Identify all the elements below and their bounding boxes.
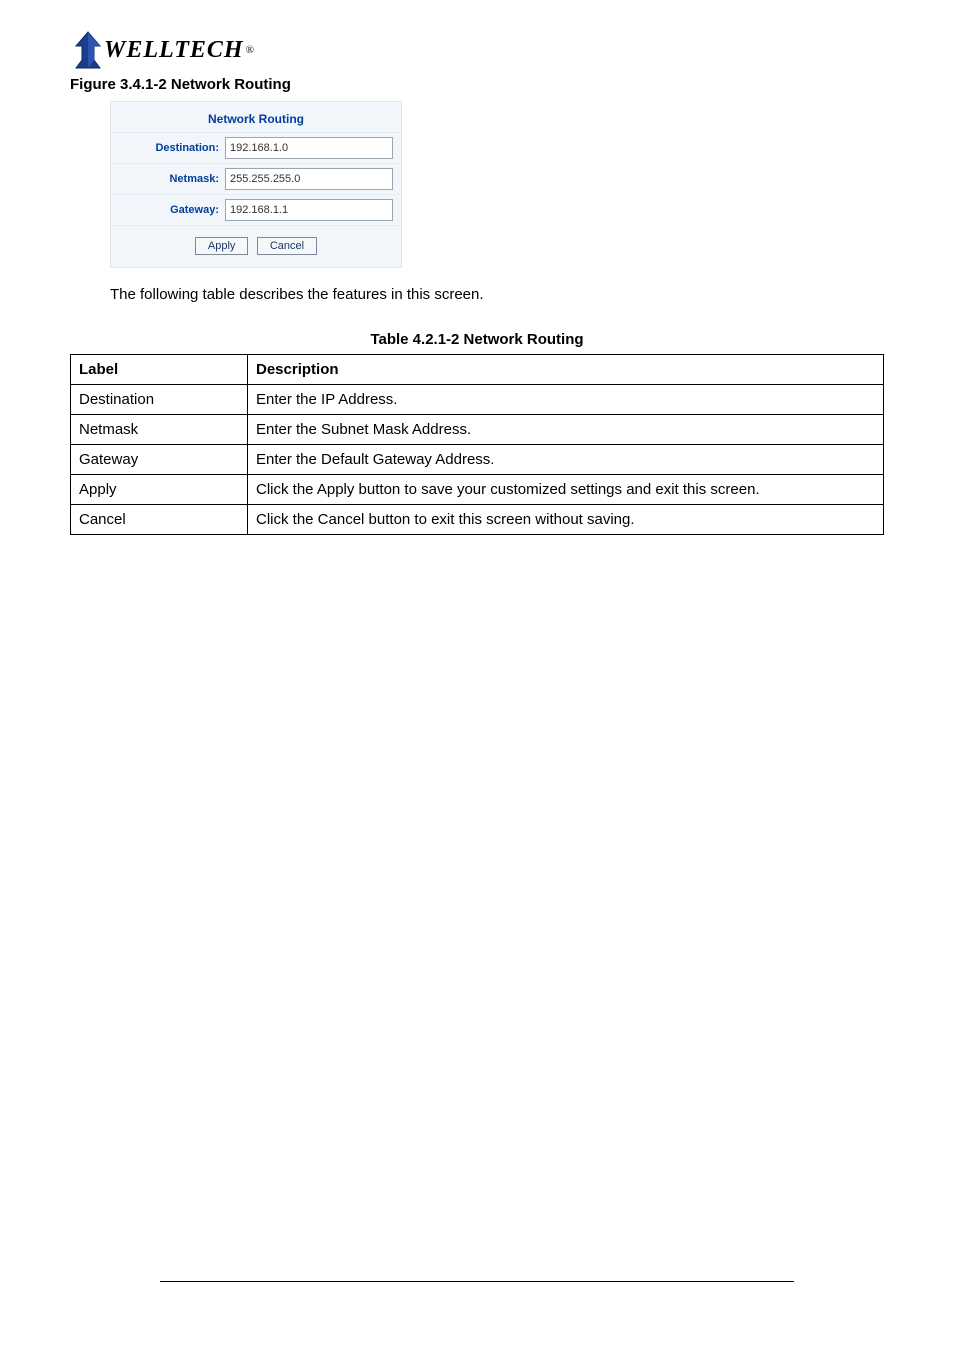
gateway-row: Gateway: [111,195,401,226]
logo: WELLTECH® [70,30,884,70]
header-description: Description [248,355,884,385]
gateway-label: Gateway: [119,204,225,216]
row-description: Enter the Default Gateway Address. [248,445,884,475]
row-label: Destination [71,385,248,415]
row-label: Apply [71,475,248,505]
body-text: The following table describes the featur… [110,286,884,303]
figure-caption: Figure 3.4.1-2 Network Routing [70,76,884,93]
row-description: Click the Apply button to save your cust… [248,475,884,505]
description-table: Label Description Destination Enter the … [70,354,884,535]
table-row: Cancel Click the Cancel button to exit t… [71,505,884,535]
table-header-row: Label Description [71,355,884,385]
row-label: Cancel [71,505,248,535]
arrow-icon [70,30,106,70]
panel-buttons: Apply Cancel [111,236,401,255]
logo-text: WELLTECH® [104,37,255,64]
table-row: Apply Click the Apply button to save you… [71,475,884,505]
row-description: Click the Cancel button to exit this scr… [248,505,884,535]
destination-row: Destination: [111,133,401,164]
row-label: Gateway [71,445,248,475]
header-label: Label [71,355,248,385]
netmask-row: Netmask: [111,164,401,195]
table-row: Destination Enter the IP Address. [71,385,884,415]
table-caption: Table 4.2.1-2 Network Routing [70,331,884,348]
netmask-input[interactable] [225,168,393,190]
destination-input[interactable] [225,137,393,159]
row-description: Enter the Subnet Mask Address. [248,415,884,445]
footer-rule [160,1281,794,1282]
panel-title: Network Routing [111,108,401,133]
gateway-input[interactable] [225,199,393,221]
row-label: Netmask [71,415,248,445]
cancel-button[interactable]: Cancel [257,237,317,255]
network-routing-panel: Network Routing Destination: Netmask: Ga… [110,101,402,268]
destination-label: Destination: [119,142,225,154]
row-description: Enter the IP Address. [248,385,884,415]
apply-button[interactable]: Apply [195,237,249,255]
table-row: Gateway Enter the Default Gateway Addres… [71,445,884,475]
netmask-label: Netmask: [119,173,225,185]
table-row: Netmask Enter the Subnet Mask Address. [71,415,884,445]
